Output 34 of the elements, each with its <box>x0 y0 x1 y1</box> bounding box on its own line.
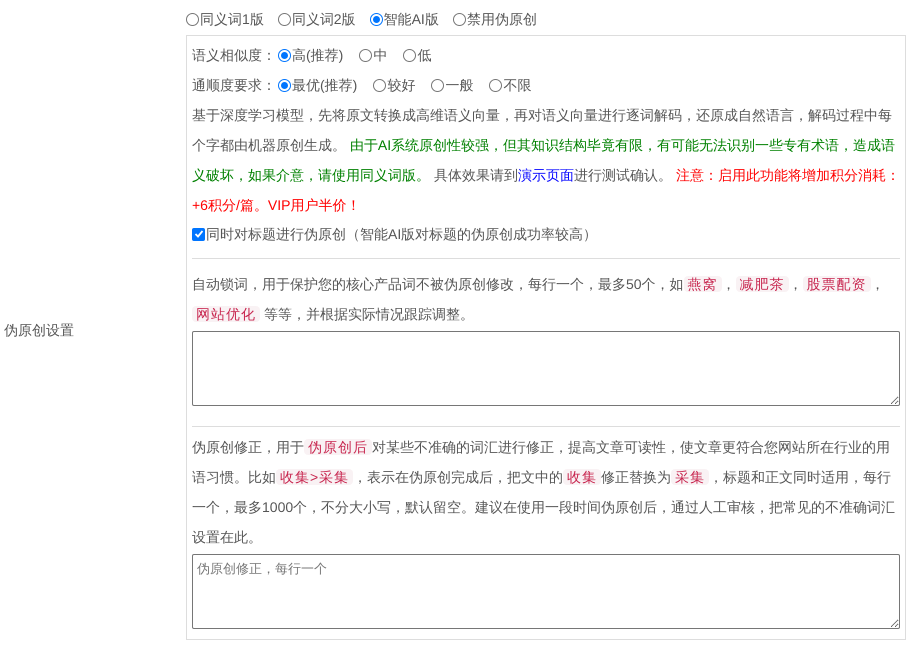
description-text: 伪原创修正，用于 伪原创后 对某些不准确的词汇进行修正，提高文章可读性，使文章更符合您网站所在行业的用语习惯。比如 收集>采集 ，表示在伪原创完成后，把文中的 收集 修正替换为 采集 ，标题和正文同时适用，每行一个，最多1000个，不分大小写，默认留空。建议在使用一段时间伪原创后，通过人工审核，把常见的不准确词汇设置在此。 <box>192 438 896 547</box>
choice-label[interactable]: 一般 <box>445 74 474 96</box>
radio-button[interactable] <box>370 12 383 26</box>
radio-button[interactable] <box>278 78 291 92</box>
choice-label[interactable]: 较好 <box>387 74 416 96</box>
choice-label[interactable]: 低 <box>417 44 432 66</box>
mode-option-label[interactable]: 同义词1版 <box>200 8 264 30</box>
description-text: 自动锁词，用于保护您的核心产品词不被伪原创修改，每行一个，最多50个，如 燕窝 ， 减肥茶 ， 股票配资 ， 网站优化 等等，并根据实际情况跟踪调整。 <box>192 275 886 324</box>
demo-page-link[interactable]: 演示页面 <box>518 167 574 183</box>
choice-label[interactable]: 最优(推荐) <box>292 74 358 96</box>
radio-button[interactable] <box>373 78 386 92</box>
radio-button[interactable] <box>359 48 372 62</box>
check-icon <box>194 229 204 239</box>
radio-button[interactable] <box>431 78 444 92</box>
radio-button[interactable] <box>278 12 291 26</box>
option-label: 语义相似度： <box>192 46 276 64</box>
corrections-field[interactable]: 伪原创修正，每行一个 <box>192 554 900 629</box>
radio-button[interactable] <box>186 12 199 26</box>
option-label: 通顺度要求： <box>192 76 276 94</box>
radio-button[interactable] <box>452 12 466 26</box>
choice-label[interactable]: 不限 <box>503 74 532 96</box>
choice-label[interactable]: 高(推荐) <box>292 44 344 66</box>
mode-option-label[interactable]: 智能AI版 <box>384 8 439 30</box>
radio-button[interactable] <box>403 48 416 62</box>
checkbox-label[interactable]: 同时对标题进行伪原创（智能AI版对标题的伪原创成功率较高） <box>206 224 598 244</box>
choice-label[interactable]: 中 <box>373 44 388 66</box>
description-text: 基于深度学习模型，先将原文转换成高维语义向量，再对语义向量进行逐词解码，还原成自然语言，解码过程中每个字都由机器原创生成。 由于AI系统原创性较强，但其知识结构毕竟有限，有可能无法识别一些专有术语，造成语义破坏，如果介意，请使用同义词版。 具体效果请到演示页面进行测试确认。 注意：启用此功能将增加积分消耗：+6积分/篇。VIP用户半价！ <box>192 106 900 215</box>
section-label: 伪原创设置 <box>4 320 74 340</box>
mode-option-label[interactable]: 同义词2版 <box>292 8 356 30</box>
lock-words-field[interactable] <box>192 331 900 406</box>
mode-option-label[interactable]: 禁用伪原创 <box>466 8 537 30</box>
checkbox[interactable] <box>192 228 205 240</box>
radio-button[interactable] <box>489 78 502 92</box>
radio-button[interactable] <box>278 48 291 62</box>
